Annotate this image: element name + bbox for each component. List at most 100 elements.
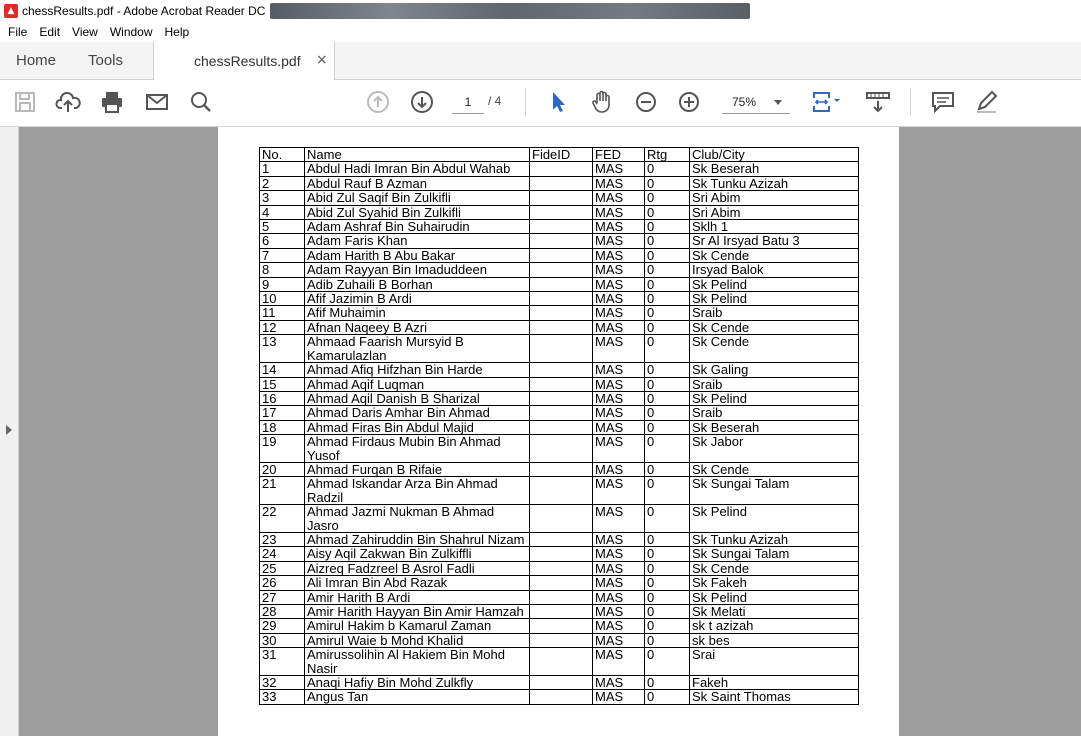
select-cursor-icon[interactable] xyxy=(545,90,571,114)
table-row: 25 Aizreq Fadzreel B Asrol Fadli MAS 0 Sk Ce… xyxy=(259,560,859,577)
cell-name: Ahmad Jazmi Nukman B Ahmad Jasro xyxy=(304,504,530,533)
cell-name: Ahmad Aqil Danish B Sharizal xyxy=(304,390,530,407)
fit-page-icon[interactable] xyxy=(810,90,844,114)
save-icon[interactable] xyxy=(12,90,38,114)
cell-club: Sk Cende xyxy=(689,319,859,336)
cell-fideid xyxy=(529,376,593,392)
cell-club: Sk Pelind xyxy=(689,390,859,407)
left-panel-toggle[interactable] xyxy=(0,127,19,736)
cell-club: Sk Fakeh xyxy=(689,575,859,591)
table-row: 30 Amirul Waie b Mohd Khalid MAS 0 sk bes xyxy=(259,632,859,649)
cell-no: 24 xyxy=(259,546,305,562)
cell-no: 15 xyxy=(259,376,305,392)
menu-help[interactable]: Help xyxy=(165,25,190,39)
cell-club: Sk Pelind xyxy=(689,276,859,293)
next-page-icon[interactable] xyxy=(409,90,435,114)
menu-window[interactable]: Window xyxy=(110,25,153,39)
cell-club: Sk Pelind xyxy=(689,589,859,606)
scroll-mode-icon[interactable] xyxy=(865,90,891,114)
cell-fideid xyxy=(529,334,593,364)
cell-rtg: 0 xyxy=(644,262,690,278)
menu-bar: File Edit View Window Help xyxy=(0,22,1081,42)
cell-name: Abdul Rauf B Azman xyxy=(304,175,530,192)
cell-name: Amir Harith B Ardi xyxy=(304,589,530,606)
cell-fideid xyxy=(529,689,593,705)
cell-name: Abid Zul Syahid Bin Zulkifli xyxy=(304,204,530,221)
cell-club: Sk Sungai Talam xyxy=(689,476,859,506)
table-body: 1 Abdul Hadi Imran Bin Abdul Wahab MAS 0 Sk … xyxy=(259,161,859,705)
window-title: chessResults.pdf - Adobe Acrobat Reader … xyxy=(22,4,266,18)
cell-no: 18 xyxy=(259,419,305,436)
tab-home[interactable]: Home xyxy=(16,52,56,69)
cell-fideid xyxy=(529,390,593,407)
cell-rtg: 0 xyxy=(644,175,690,192)
zoom-select[interactable]: 75% xyxy=(722,91,790,114)
cell-rtg: 0 xyxy=(644,161,690,177)
cell-fed: MAS xyxy=(592,319,645,336)
cell-name: Aizreq Fadzreel B Asrol Fadli xyxy=(304,560,530,577)
cell-rtg: 0 xyxy=(644,219,690,235)
cell-fed: MAS xyxy=(592,175,645,192)
cell-fed: MAS xyxy=(592,575,645,591)
table-row: 8 Adam Rayyan Bin Imaduddeen MAS 0 Irsyad Ba… xyxy=(259,262,859,278)
cell-name: Afnan Naqeey B Azri xyxy=(304,319,530,336)
cell-fideid xyxy=(529,405,593,421)
table-row: 26 Ali Imran Bin Abd Razak MAS 0 Sk Fakeh xyxy=(259,575,859,591)
cell-fed: MAS xyxy=(592,233,645,249)
hand-icon[interactable] xyxy=(589,90,615,114)
zoom-in-icon[interactable] xyxy=(676,90,702,114)
cell-club: Irsyad Balok xyxy=(689,262,859,278)
cell-fideid xyxy=(529,647,593,677)
cell-name: Afif Muhaimin xyxy=(304,305,530,321)
cell-name: Afif Jazimin B Ardi xyxy=(304,291,530,307)
cell-club: Sk Melati xyxy=(689,603,859,620)
cell-club: Sk Galing xyxy=(689,362,859,378)
chevron-down-icon xyxy=(774,100,782,105)
upload-icon[interactable] xyxy=(55,90,81,114)
table-row: 6 Adam Faris Khan MAS 0 Sr Al Irsyad Batu 3 xyxy=(259,233,859,249)
cell-fed: MAS xyxy=(592,675,645,691)
prev-page-icon[interactable] xyxy=(365,90,391,114)
tab-tools[interactable]: Tools xyxy=(88,52,123,69)
cell-fideid xyxy=(529,531,593,548)
cell-fed: MAS xyxy=(592,689,645,705)
page-number-input[interactable]: 1 xyxy=(452,91,484,114)
search-icon[interactable] xyxy=(188,90,214,114)
table-row: 12 Afnan Naqeey B Azri MAS 0 Sk Cende xyxy=(259,319,859,336)
cell-rtg: 0 xyxy=(644,618,690,634)
menu-edit[interactable]: Edit xyxy=(39,25,60,39)
table-row: 9 Adib Zuhaili B Borhan MAS 0 Sk Pelind xyxy=(259,276,859,293)
cell-club: Srai xyxy=(689,647,859,677)
email-icon[interactable] xyxy=(144,90,170,114)
print-icon[interactable] xyxy=(99,90,125,114)
sign-icon[interactable] xyxy=(974,90,1000,114)
cell-rtg: 0 xyxy=(644,376,690,392)
cell-club: Sraib xyxy=(689,305,859,321)
toolbar-divider xyxy=(525,88,526,116)
column-header: FED xyxy=(592,146,645,163)
cell-no: 23 xyxy=(259,531,305,548)
menu-view[interactable]: View xyxy=(72,25,98,39)
cell-rtg: 0 xyxy=(644,334,690,364)
cell-no: 10 xyxy=(259,291,305,307)
tab-document-label: chessResults.pdf xyxy=(194,53,301,69)
cell-fideid xyxy=(529,434,593,463)
cell-name: Adam Faris Khan xyxy=(304,233,530,249)
tab-document[interactable]: chessResults.pdf × xyxy=(153,42,335,80)
cell-no: 19 xyxy=(259,434,305,463)
menu-file[interactable]: File xyxy=(8,25,27,39)
close-icon[interactable]: × xyxy=(316,52,328,68)
comment-icon[interactable] xyxy=(930,90,956,114)
table-row: 14 Ahmad Afiq Hifzhan Bin Harde MAS 0 Sk Gal… xyxy=(259,362,859,378)
cell-fed: MAS xyxy=(592,546,645,562)
document-viewer[interactable]: No. Name FideID FED Rtg Club/City 1 Abdul… xyxy=(19,127,1081,736)
zoom-out-icon[interactable] xyxy=(633,90,659,114)
cell-rtg: 0 xyxy=(644,405,690,421)
cell-no: 16 xyxy=(259,390,305,407)
cell-no: 30 xyxy=(259,632,305,649)
cell-fed: MAS xyxy=(592,647,645,677)
cell-no: 12 xyxy=(259,319,305,336)
cell-fed: MAS xyxy=(592,334,645,364)
cell-fideid xyxy=(529,319,593,336)
table-row: 2 Abdul Rauf B Azman MAS 0 Sk Tunku Azizah xyxy=(259,175,859,192)
